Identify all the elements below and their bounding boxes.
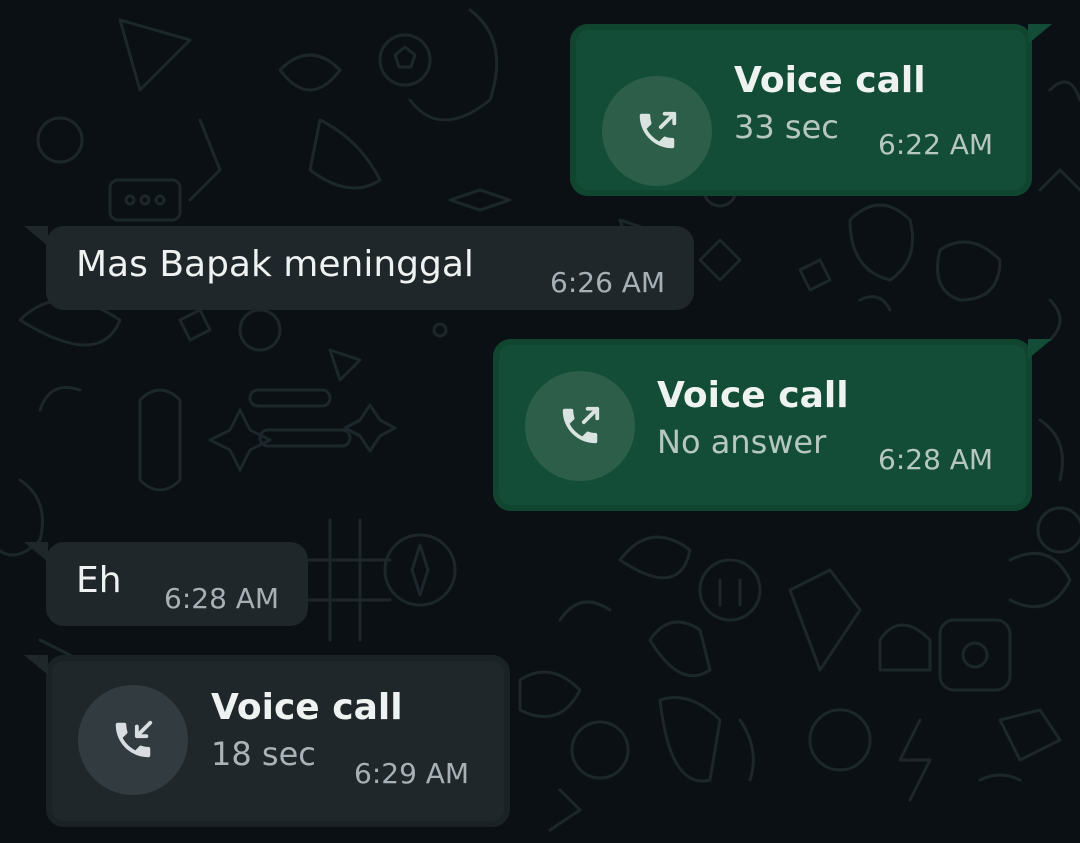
message-time: 6:29 AM [354,757,470,790]
call-icon-circle[interactable] [602,76,712,186]
bubble-tail [24,655,48,675]
message-time: 6:26 AM [550,266,666,299]
call-duration: 33 sec [734,108,839,146]
phone-incoming-icon [115,720,153,758]
bubble-tail [24,226,48,246]
bubble-tail [24,542,48,562]
message-bubble-incoming-text[interactable]: Mas Bapak meninggal 6:26 AM [24,226,694,310]
call-icon-circle[interactable] [525,371,635,481]
message-bubble-outgoing-call[interactable]: Voice call 33 sec 6:22 AM [570,24,1052,196]
message-bubble-incoming-call[interactable]: Voice call 18 sec 6:29 AM [24,655,510,827]
call-title: Voice call [211,687,403,728]
call-icon-circle[interactable] [78,685,188,795]
message-time: 6:28 AM [878,443,994,476]
message-text: Eh [76,560,122,601]
call-status: No answer [657,423,827,461]
bubble-tail [1028,24,1052,44]
message-text: Mas Bapak meninggal [76,244,474,285]
call-duration: 18 sec [211,735,316,773]
phone-outgoing-icon [639,111,677,149]
message-time: 6:22 AM [878,128,994,161]
call-title: Voice call [657,375,849,416]
message-time: 6:28 AM [164,582,280,615]
chat-thread[interactable]: Voice call 33 sec 6:22 AM Mas Bapak meni… [0,0,1080,843]
call-title: Voice call [734,60,926,101]
message-bubble-outgoing-call[interactable]: Voice call No answer 6:28 AM [493,339,1052,511]
phone-outgoing-icon [562,406,600,444]
bubble-tail [1028,339,1052,359]
message-bubble-incoming-text[interactable]: Eh 6:28 AM [24,542,308,626]
